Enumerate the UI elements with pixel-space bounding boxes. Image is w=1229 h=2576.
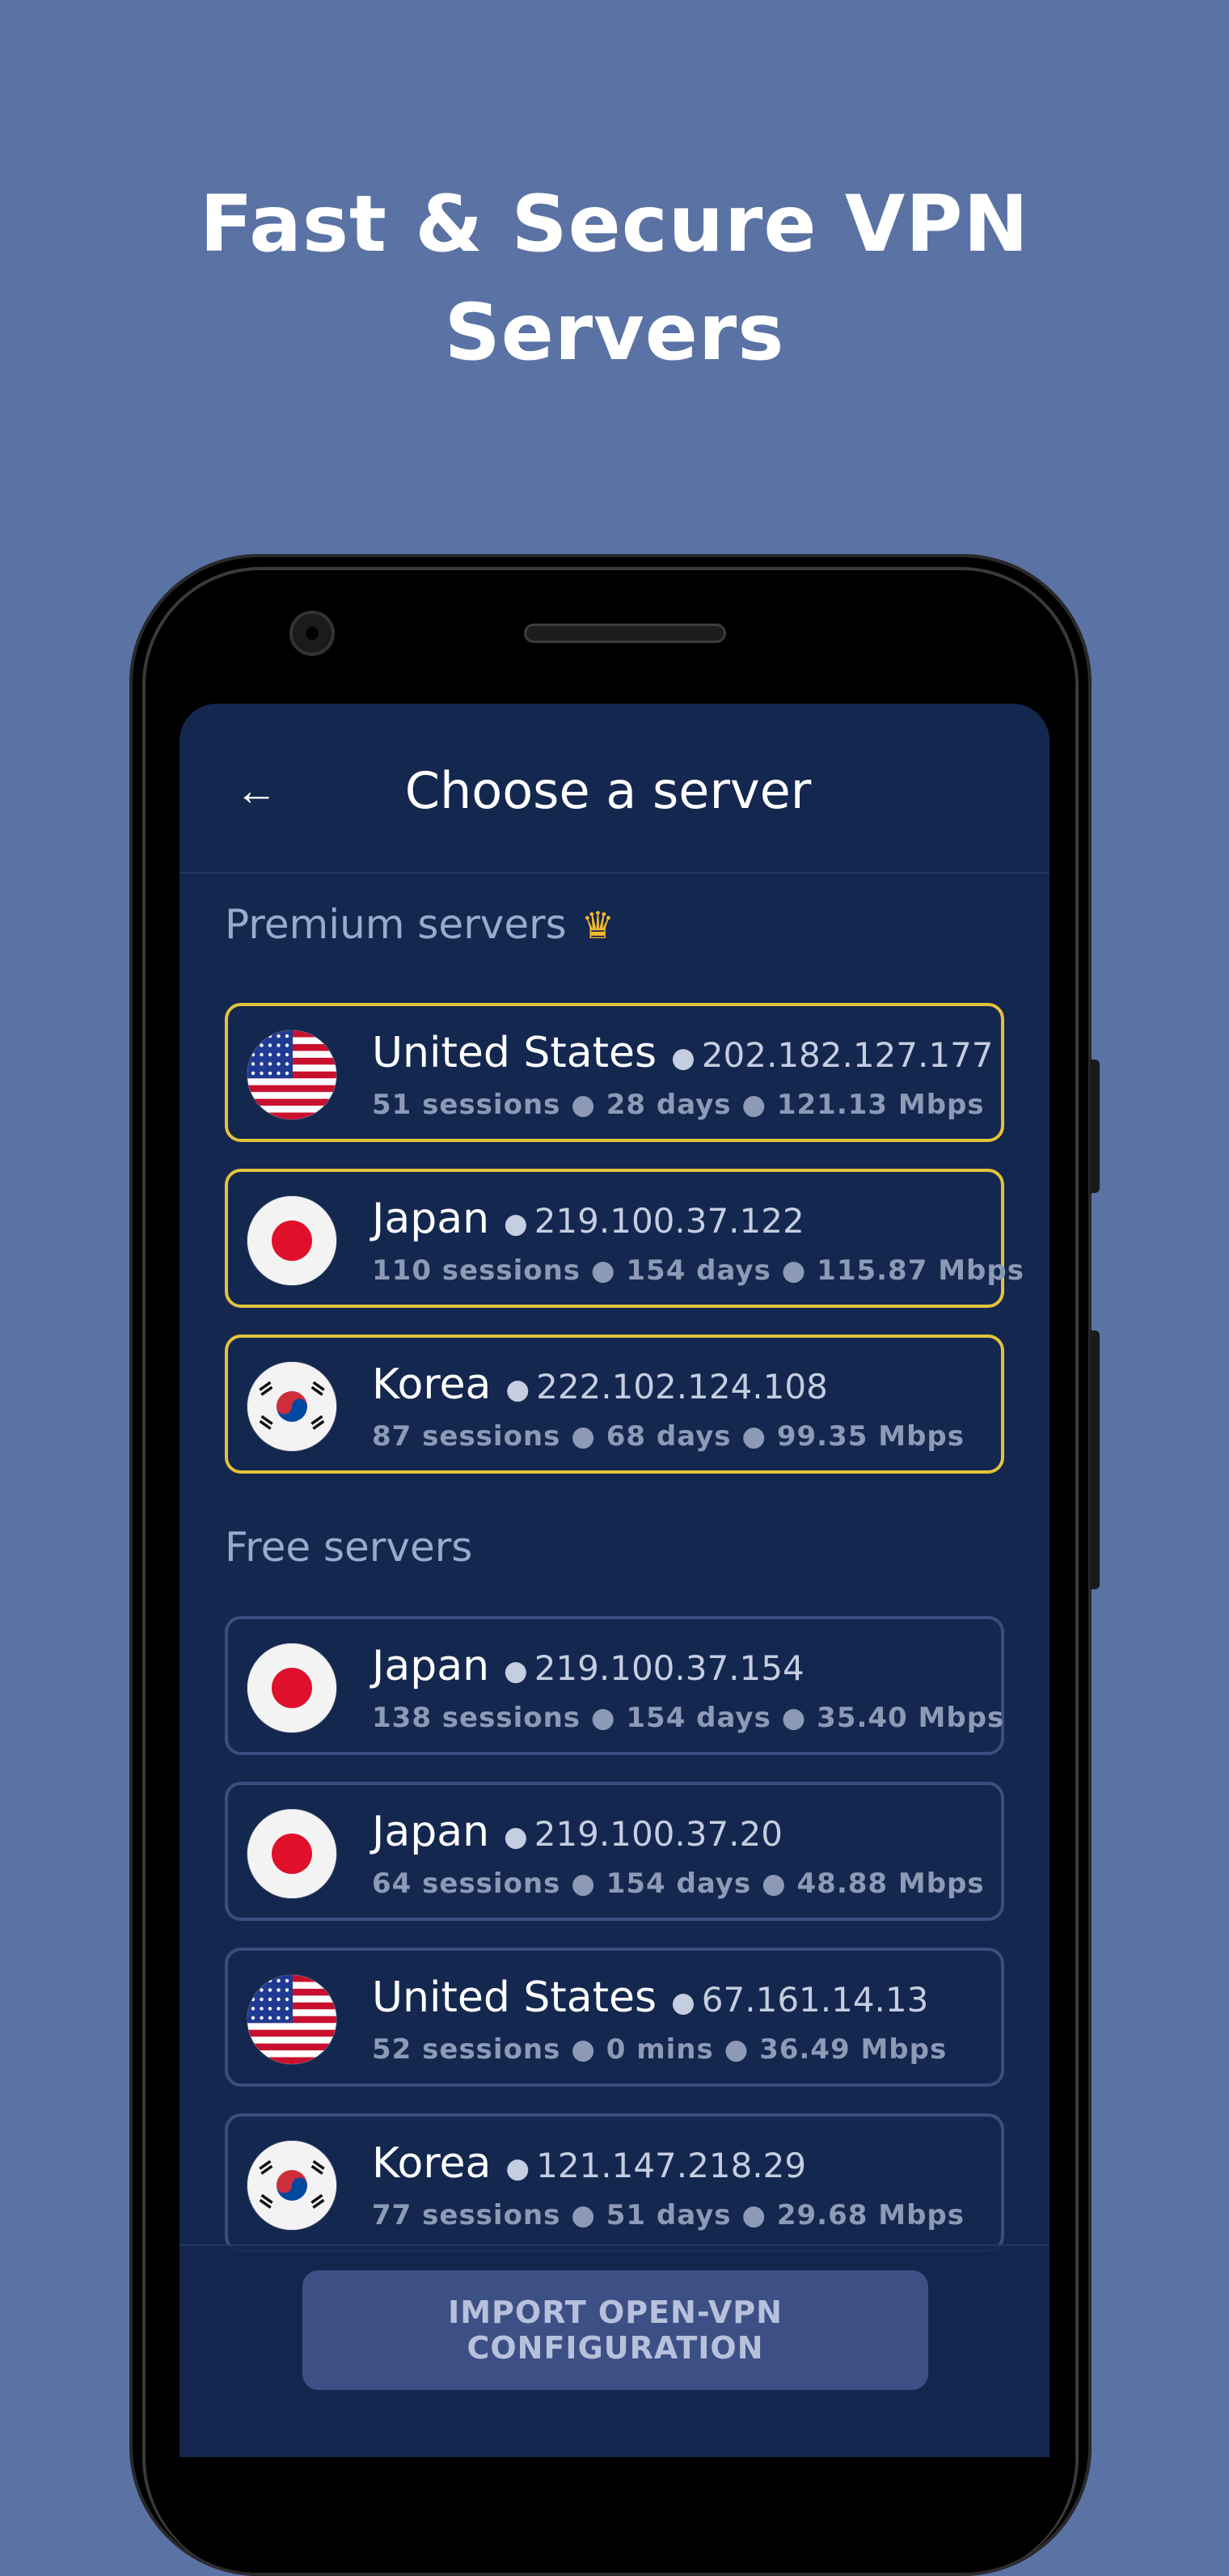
server-card[interactable]: Japan ● 219.100.37.122 110 sessions ● 154 d… [225, 1169, 1024, 1308]
server-country: United States [372, 1973, 657, 2022]
server-card[interactable]: Japan ● 219.100.37.154 138 sessions ● 154 d… [225, 1616, 1004, 1755]
server-country: Japan [372, 1195, 490, 1243]
korea-flag-icon [247, 2141, 336, 2230]
premium-label-text: Premium servers [225, 901, 567, 948]
server-ip: 67.161.14.13 [701, 1980, 929, 2020]
server-country: United States [372, 1029, 657, 1077]
speaker-grille [524, 624, 726, 643]
server-header: Korea ● 121.147.218.29 [372, 2138, 806, 2194]
server-header: Korea ● 222.102.124.108 [372, 1359, 828, 1415]
server-header: Japan ● 219.100.37.122 [372, 1193, 805, 1250]
server-card[interactable]: United States ● 67.161.14.13 52 sessions ● … [225, 1948, 1004, 2087]
phone-side-button [1090, 1060, 1100, 1193]
phone-side-button [1090, 1330, 1100, 1589]
separator-dot: ● [504, 1655, 528, 1687]
server-ip: 222.102.124.108 [536, 1367, 828, 1406]
top-app-bar: ← Choose a server [179, 704, 1050, 873]
separator-dot: ● [671, 1042, 695, 1074]
server-ip: 219.100.37.154 [534, 1648, 805, 1688]
server-header: United States ● 202.182.127.177 [372, 1027, 994, 1084]
server-stats: 77 sessions ● 51 days ● 29.68 Mbps [372, 2199, 965, 2231]
headline-line1: Fast & Secure VPN [200, 179, 1029, 269]
server-stats: 51 sessions ● 28 days ● 121.13 Mbps [372, 1089, 985, 1121]
separator-dot: ● [505, 1373, 530, 1406]
us-flag-icon [247, 1030, 336, 1119]
import-openvpn-config-button[interactable]: IMPORT OPEN-VPN CONFIGURATION [302, 2270, 928, 2390]
crown-icon: ♛ [581, 903, 614, 947]
app-screen: ← Choose a server Premium servers ♛ Unite… [179, 704, 1050, 2457]
page-title: Choose a server [404, 761, 812, 820]
server-stats: 52 sessions ● 0 mins ● 36.49 Mbps [372, 2033, 948, 2066]
premium-section-label: Premium servers ♛ [225, 898, 614, 952]
separator-dot: ● [504, 1821, 528, 1853]
server-ip: 121.147.218.29 [536, 2146, 807, 2185]
separator-dot: ● [504, 1208, 528, 1240]
headline-line2: Servers [444, 287, 785, 378]
separator-dot: ● [671, 1986, 695, 2019]
server-card[interactable]: Japan ● 219.100.37.20 64 sessions ● 154 day… [225, 1782, 1004, 1921]
server-card[interactable]: Korea ● 121.147.218.29 77 sessions ● 51 day… [225, 2113, 1004, 2252]
promo-headline: Fast & Secure VPN Servers [0, 170, 1229, 387]
server-ip: 202.182.127.177 [701, 1035, 994, 1075]
server-header: United States ● 67.161.14.13 [372, 1972, 928, 2028]
bottom-action-bar: IMPORT OPEN-VPN CONFIGURATION [179, 2244, 1050, 2457]
server-header: Japan ● 219.100.37.20 [372, 1806, 783, 1863]
japan-flag-icon [247, 1643, 336, 1732]
server-country: Korea [372, 1360, 492, 1409]
separator-dot: ● [505, 2152, 530, 2185]
server-header: Japan ● 219.100.37.154 [372, 1640, 805, 1697]
server-stats: 64 sessions ● 154 days ● 48.88 Mbps [372, 1867, 985, 1900]
free-section-label: Free servers [225, 1524, 473, 1571]
server-stats: 138 sessions ● 154 days ● 35.40 Mbps [372, 1702, 1005, 1734]
japan-flag-icon [247, 1196, 336, 1285]
us-flag-icon [247, 1975, 336, 2064]
server-country: Korea [372, 2139, 492, 2188]
japan-flag-icon [247, 1809, 336, 1898]
server-card[interactable]: Korea ● 222.102.124.108 87 sessions ● 68 da… [225, 1335, 1004, 1474]
server-card[interactable]: United States ● 202.182.127.177 51 sessions… [225, 1003, 1004, 1142]
server-country: Japan [372, 1808, 490, 1856]
server-stats: 110 sessions ● 154 days ● 115.87 Mbps [372, 1254, 1024, 1287]
server-ip: 219.100.37.20 [534, 1814, 783, 1854]
camera-icon [289, 611, 335, 656]
server-ip: 219.100.37.122 [534, 1201, 805, 1241]
back-arrow-icon[interactable]: ← [228, 768, 285, 814]
server-country: Japan [372, 1642, 490, 1690]
server-stats: 87 sessions ● 68 days ● 99.35 Mbps [372, 1420, 965, 1453]
korea-flag-icon [247, 1362, 336, 1451]
